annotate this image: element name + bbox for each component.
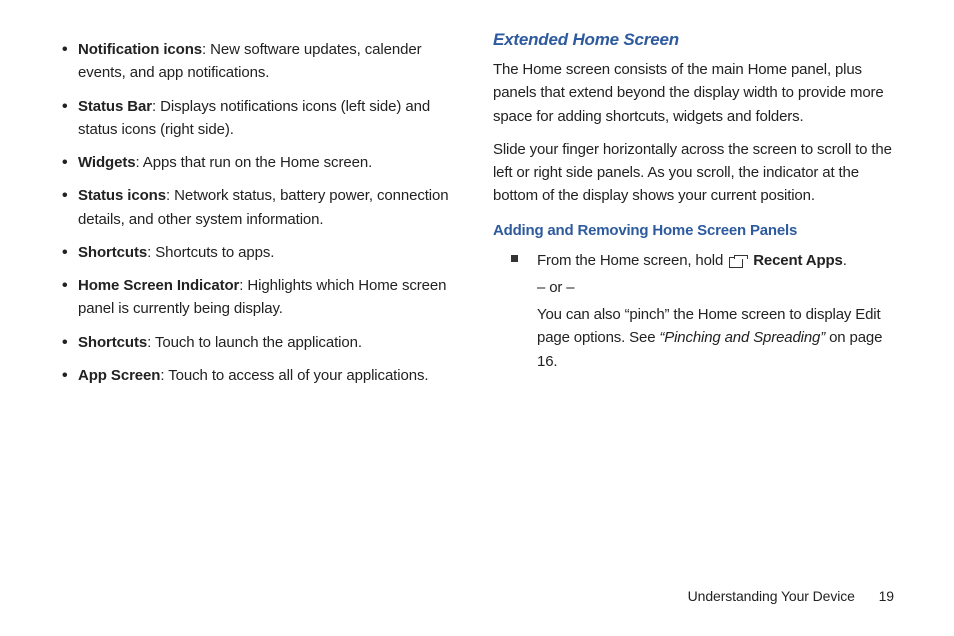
term: Home Screen Indicator xyxy=(78,277,239,294)
list-item: Notification icons: New software updates… xyxy=(62,38,461,85)
section-heading-extended: Extended Home Screen xyxy=(493,30,904,50)
term: Widgets xyxy=(78,154,136,171)
alt-ref: “Pinching and Spreading” xyxy=(659,329,825,346)
list-item: Shortcuts: Touch to launch the applicati… xyxy=(62,331,461,354)
step-tail: . xyxy=(843,252,847,269)
list-item: Status Bar: Displays notifications icons… xyxy=(62,95,461,142)
step-or: – or – xyxy=(537,276,904,299)
footer-section: Understanding Your Device xyxy=(688,588,855,604)
list-item: Shortcuts: Shortcuts to apps. xyxy=(62,241,461,264)
recent-apps-icon xyxy=(729,255,747,267)
step-alt: You can also “pinch” the Home screen to … xyxy=(537,303,904,373)
right-column: Extended Home Screen The Home screen con… xyxy=(493,30,904,397)
term: Status Bar xyxy=(78,98,152,115)
term: App Screen xyxy=(78,367,160,384)
paragraph: The Home screen consists of the main Hom… xyxy=(493,58,904,128)
step-list: From the Home screen, hold Recent Apps. … xyxy=(493,249,904,373)
term: Notification icons xyxy=(78,41,202,58)
term: Shortcuts xyxy=(78,244,147,261)
paragraph: Slide your finger horizontally across th… xyxy=(493,138,904,208)
list-item: Status icons: Network status, battery po… xyxy=(62,184,461,231)
step-lead: From the Home screen, hold xyxy=(537,252,727,269)
desc: : Apps that run on the Home screen. xyxy=(136,154,373,171)
step-item: From the Home screen, hold Recent Apps. … xyxy=(511,249,904,373)
list-item: Home Screen Indicator: Highlights which … xyxy=(62,274,461,321)
desc: : Touch to access all of your applicatio… xyxy=(160,367,428,384)
desc: : Shortcuts to apps. xyxy=(147,244,274,261)
feature-list: Notification icons: New software updates… xyxy=(50,38,461,387)
term: Status icons xyxy=(78,187,166,204)
desc: : Touch to launch the application. xyxy=(147,334,362,351)
page-footer: Understanding Your Device 19 xyxy=(688,588,894,604)
term: Shortcuts xyxy=(78,334,147,351)
section-heading-panels: Adding and Removing Home Screen Panels xyxy=(493,222,904,239)
list-item: Widgets: Apps that run on the Home scree… xyxy=(62,151,461,174)
step-icon-label: Recent Apps xyxy=(753,252,842,269)
page-number: 19 xyxy=(879,588,894,604)
left-column: Notification icons: New software updates… xyxy=(50,30,461,397)
list-item: App Screen: Touch to access all of your … xyxy=(62,364,461,387)
